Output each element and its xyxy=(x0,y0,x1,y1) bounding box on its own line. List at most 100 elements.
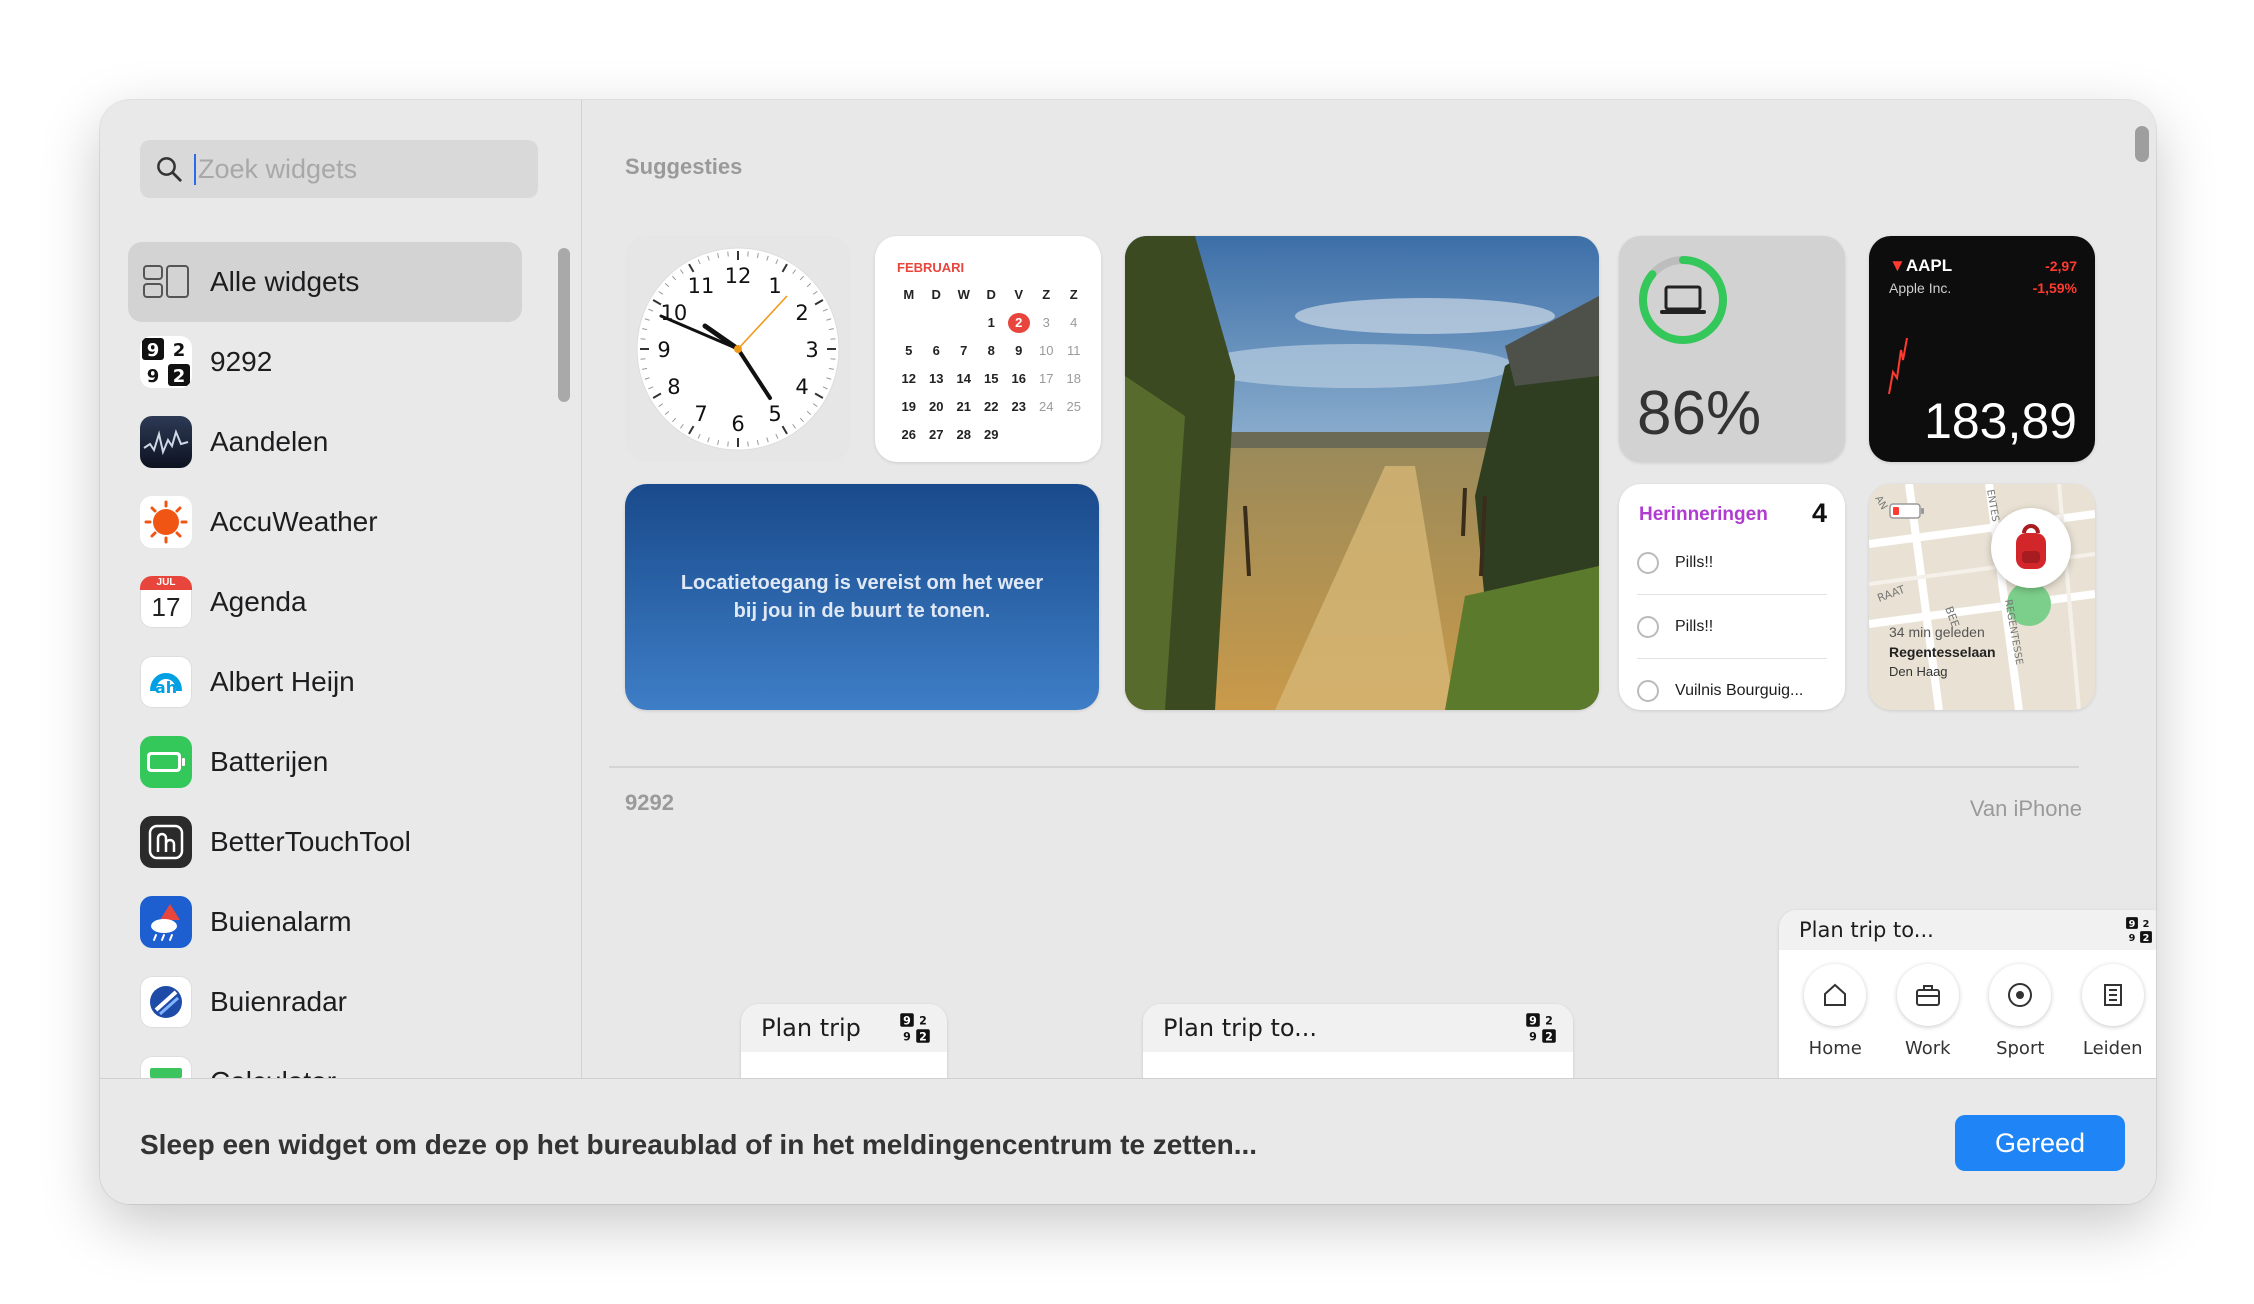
clock-widget[interactable]: 12 1 2 3 4 5 6 7 8 9 10 11 xyxy=(625,236,851,462)
sidebar-item-calculator[interactable]: Calculator xyxy=(128,1042,522,1078)
widget-gallery-window: Alle widgets 9 2 9 2 9292 xyxy=(100,100,2156,1204)
calendar-weekday: M xyxy=(903,287,915,302)
calendar-widget[interactable]: FEBRUARI M D W D V Z Z 1 2 3 4 5 6 7 8 9 10 11 12 13 14 15 16 1… xyxy=(875,236,1101,462)
calendar-day: 9 xyxy=(1015,343,1023,358)
calendar-day: 19 xyxy=(901,399,916,414)
calendar-day: 27 xyxy=(929,427,944,442)
clock-numeral: 1 xyxy=(768,274,781,298)
reminders-title: Herinneringen xyxy=(1639,504,1768,525)
search-input[interactable] xyxy=(194,153,514,185)
reminder-checkbox[interactable] xyxy=(1637,615,1659,638)
low-battery-icon xyxy=(1889,503,1924,519)
battery-widget[interactable]: 86% xyxy=(1619,236,1845,462)
calendar-day: 21 xyxy=(956,399,971,414)
section-divider xyxy=(609,766,2079,768)
destination-sport[interactable]: Sport xyxy=(1975,964,2065,1059)
done-button[interactable]: Gereed xyxy=(1955,1115,2125,1171)
stocks-widget[interactable]: ▼AAPL Apple Inc. -2,97 -1,59% 183,89 xyxy=(1869,236,2095,462)
trip-widget-title: Plan trip to... xyxy=(1799,918,1934,942)
photo-widget[interactable] xyxy=(1125,236,1599,710)
calendar-weekday: Z xyxy=(1069,287,1078,302)
sidebar-item-batterijen[interactable]: Batterijen xyxy=(128,722,522,802)
section-title-suggestions: Suggesties xyxy=(625,154,743,179)
destination-leiden[interactable]: Leiden xyxy=(2068,964,2156,1059)
sidebar-item-agenda[interactable]: JUL 17 Agenda xyxy=(128,562,522,642)
clock-numeral: 4 xyxy=(795,375,808,399)
stock-price: 183,89 xyxy=(1924,393,2077,449)
stock-company: Apple Inc. xyxy=(1889,280,1952,296)
calendar-day xyxy=(923,313,951,333)
clock-numeral: 9 xyxy=(657,338,670,362)
sidebar-item-bettertouchtool[interactable]: BetterTouchTool xyxy=(128,802,522,882)
stock-change-percent: -1,59% xyxy=(2032,280,2077,296)
svg-text:9: 9 xyxy=(2129,919,2136,930)
sidebar-item-buienalarm[interactable]: Buienalarm xyxy=(128,882,522,962)
widget-app-list: Alle widgets 9 2 9 2 9292 Aandelen AccuW… xyxy=(128,242,522,1078)
sidebar-item-label: 9292 xyxy=(210,346,273,377)
sidebar-item-aandelen[interactable]: Aandelen xyxy=(128,402,522,482)
calendar-day xyxy=(1005,425,1033,445)
sidebar-item-label: AccuWeather xyxy=(210,506,378,537)
reminder-item[interactable]: Pills!! xyxy=(1637,531,1827,595)
reminder-checkbox[interactable] xyxy=(1637,680,1659,702)
sidebar-item-label: Albert Heijn xyxy=(210,666,355,697)
svg-text:9: 9 xyxy=(147,340,160,361)
sidebar-item-label: BetterTouchTool xyxy=(210,826,411,857)
calendar-weekday: D xyxy=(986,287,996,302)
widget-source-label: Van iPhone xyxy=(1969,796,2082,821)
reminders-widget[interactable]: Herinneringen 4 Pills!! Pills!! Vuilnis … xyxy=(1619,484,1845,710)
svg-text:2: 2 xyxy=(919,1014,927,1027)
sidebar-item-9292[interactable]: 9 2 9 2 9292 xyxy=(128,322,522,402)
calendar-day: 22 xyxy=(984,399,999,414)
briefcase-icon xyxy=(1896,964,1959,1026)
findmy-street: Regentesselaan xyxy=(1889,644,1996,660)
findmy-widget[interactable]: RAAT BEE REGENTESSE ENTES AN 34 min gele xyxy=(1869,484,2095,710)
svg-text:2: 2 xyxy=(173,366,186,387)
calendar-icon-month: JUL xyxy=(140,576,192,590)
reminder-checkbox[interactable] xyxy=(1637,551,1659,574)
calendar-day: 10 xyxy=(1039,343,1054,358)
calendar-day xyxy=(1060,425,1088,445)
weather-widget[interactable]: Locatietoegang is vereist om het weer bi… xyxy=(625,484,1099,710)
destination-home[interactable]: Home xyxy=(1790,964,1880,1059)
battery-app-icon xyxy=(140,736,192,788)
svg-text:ah: ah xyxy=(155,678,177,697)
calendar-day: 29 xyxy=(984,427,999,442)
accuweather-app-icon xyxy=(140,496,192,548)
calendar-day: 23 xyxy=(1011,399,1026,414)
clock-tick xyxy=(830,358,836,360)
sidebar-item-label: Buienradar xyxy=(210,986,347,1017)
calendar-day: 8 xyxy=(987,343,995,358)
calendar-day: 26 xyxy=(901,427,916,442)
clock-numeral: 8 xyxy=(667,375,680,399)
calendar-app-icon: JUL 17 xyxy=(140,576,192,628)
clock-numeral: 12 xyxy=(725,264,752,288)
calendar-day xyxy=(895,313,923,333)
findmy-city: Den Haag xyxy=(1889,664,1948,679)
sidebar-item-accuweather[interactable]: AccuWeather xyxy=(128,482,522,562)
battery-percentage: 86% xyxy=(1637,379,1762,448)
reminder-item[interactable]: Pills!! xyxy=(1637,595,1827,659)
calendar-weekday: V xyxy=(1014,287,1024,302)
sidebar-item-albert-heijn[interactable]: ah Albert Heijn xyxy=(128,642,522,722)
sidebar-item-buienradar[interactable]: Buienradar xyxy=(128,962,522,1042)
calendar-day: 1 xyxy=(987,315,995,330)
svg-text:2: 2 xyxy=(919,1030,927,1043)
search-icon xyxy=(157,157,182,182)
svg-text:9: 9 xyxy=(1529,1014,1537,1027)
search-field[interactable] xyxy=(140,140,538,198)
trip-widget-title: Plan trip xyxy=(761,1014,861,1042)
sidebar-scrollbar[interactable] xyxy=(558,248,570,402)
clock-numeral: 3 xyxy=(805,338,818,362)
clock-tick xyxy=(640,338,646,340)
calendar-day: 12 xyxy=(901,371,916,386)
9292-logo-icon: 9 2 9 2 xyxy=(2126,917,2152,944)
football-icon xyxy=(1989,964,2052,1026)
calendar-icon-day: 17 xyxy=(151,592,181,622)
reminder-item[interactable]: Vuilnis Bourguig... xyxy=(1637,659,1827,710)
sidebar-item-label: Agenda xyxy=(210,586,307,617)
destination-work[interactable]: Work xyxy=(1883,964,1973,1059)
clock-tick xyxy=(747,251,749,257)
sidebar-item-alle-widgets[interactable]: Alle widgets xyxy=(128,242,522,322)
main-scrollbar[interactable] xyxy=(2135,126,2149,162)
